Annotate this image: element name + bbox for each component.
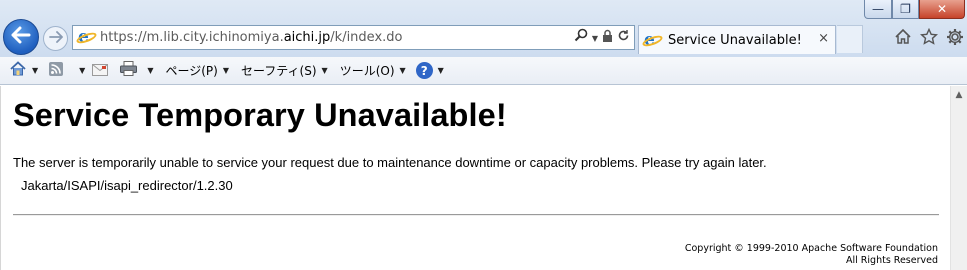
page-title: Service Temporary Unavailable! — [13, 97, 507, 133]
page-content: Service Temporary Unavailable! The serve… — [0, 86, 950, 270]
tab-title: Service Unavailable! — [668, 32, 802, 48]
help-icon: ? — [415, 62, 433, 79]
restore-button[interactable]: ❐ — [892, 0, 919, 19]
home-icon[interactable] — [893, 28, 912, 51]
footer-copyright: Copyright © 1999-2010 Apache Software Fo… — [684, 243, 938, 254]
printer-icon — [119, 61, 137, 80]
url-prefix: https://m.lib.city.ichinomiya. — [100, 30, 284, 45]
page-menu[interactable]: ページ(P) ▼ — [165, 60, 229, 82]
url-domain: aichi.jp — [283, 30, 331, 45]
footer-rights: All Rights Reserved — [846, 255, 938, 266]
forward-arrow-icon — [48, 30, 63, 47]
print-command[interactable]: ▼ — [119, 60, 153, 82]
new-tab-button[interactable] — [837, 25, 863, 53]
safety-menu-label: セーフティ(S) — [241, 64, 317, 78]
back-button[interactable] — [3, 19, 39, 55]
restore-icon: ❐ — [900, 2, 911, 16]
rss-feed-icon — [47, 61, 65, 80]
page-menu-label: ページ(P) — [165, 64, 218, 78]
right-toolbar — [893, 27, 964, 51]
chevron-down-icon[interactable]: ▼ — [32, 66, 38, 75]
browser-titlebar: — ❐ ✕ e https://m.lib.city.ichinomiya.ai… — [0, 0, 967, 57]
close-window-button[interactable]: ✕ — [919, 0, 965, 19]
chevron-down-icon[interactable]: ▼ — [79, 66, 85, 75]
mail-icon — [91, 62, 109, 80]
gear-icon[interactable] — [945, 28, 964, 51]
command-bar: ▼ ▼ ▼ ページ(P) ▼ セーフティ(S) ▼ ツール(O) ▼ ? ▼ — [0, 57, 967, 85]
url-text[interactable]: https://m.lib.city.ichinomiya.aichi.jp/k… — [100, 30, 402, 45]
mail-command[interactable] — [91, 60, 109, 82]
chevron-down-icon: ▼ — [222, 66, 229, 75]
address-bar-actions: ▼ — [574, 28, 630, 48]
tools-menu-label: ツール(O) — [339, 64, 395, 78]
address-bar[interactable]: e https://m.lib.city.ichinomiya.aichi.jp… — [72, 25, 635, 50]
ie-page-icon: e — [75, 27, 98, 47]
tab-active[interactable]: e Service Unavailable! × — [638, 25, 836, 54]
minimize-button[interactable]: — — [864, 0, 892, 19]
tab-close-icon[interactable]: × — [818, 31, 829, 46]
search-icon[interactable] — [574, 28, 588, 48]
url-suffix: /k/index.do — [330, 30, 403, 45]
star-icon[interactable] — [919, 27, 938, 51]
refresh-icon[interactable] — [617, 29, 630, 48]
feeds-command[interactable]: ▼ — [47, 60, 85, 82]
tab-ie-icon: e — [641, 30, 664, 50]
minimize-icon: — — [872, 2, 884, 16]
lock-icon[interactable] — [602, 29, 613, 48]
vertical-scrollbar[interactable]: ▲ — [950, 86, 967, 270]
footer: Copyright © 1999-2010 Apache Software Fo… — [685, 243, 938, 267]
scroll-up-icon[interactable]: ▲ — [951, 86, 967, 103]
chevron-down-icon[interactable]: ▼ — [147, 66, 153, 75]
horizontal-rule — [13, 214, 939, 216]
window-controls: — ❐ ✕ — [864, 0, 965, 19]
back-arrow-icon — [11, 25, 31, 50]
home-command[interactable]: ▼ — [9, 60, 38, 82]
safety-menu[interactable]: セーフティ(S) ▼ — [241, 60, 328, 82]
error-message: The server is temporarily unable to serv… — [13, 155, 767, 170]
home-command-icon — [9, 61, 27, 80]
chevron-down-icon: ▼ — [399, 66, 406, 75]
chevron-down-icon: ▼ — [321, 66, 328, 75]
forward-button[interactable] — [43, 26, 68, 51]
close-icon: ✕ — [936, 2, 948, 16]
chevron-down-icon: ▼ — [437, 66, 444, 75]
help-menu[interactable]: ? ▼ — [415, 60, 444, 82]
tools-menu[interactable]: ツール(O) ▼ — [340, 60, 406, 82]
search-dropdown-icon[interactable]: ▼ — [592, 29, 598, 48]
server-signature: Jakarta/ISAPI/isapi_redirector/1.2.30 — [21, 178, 233, 193]
